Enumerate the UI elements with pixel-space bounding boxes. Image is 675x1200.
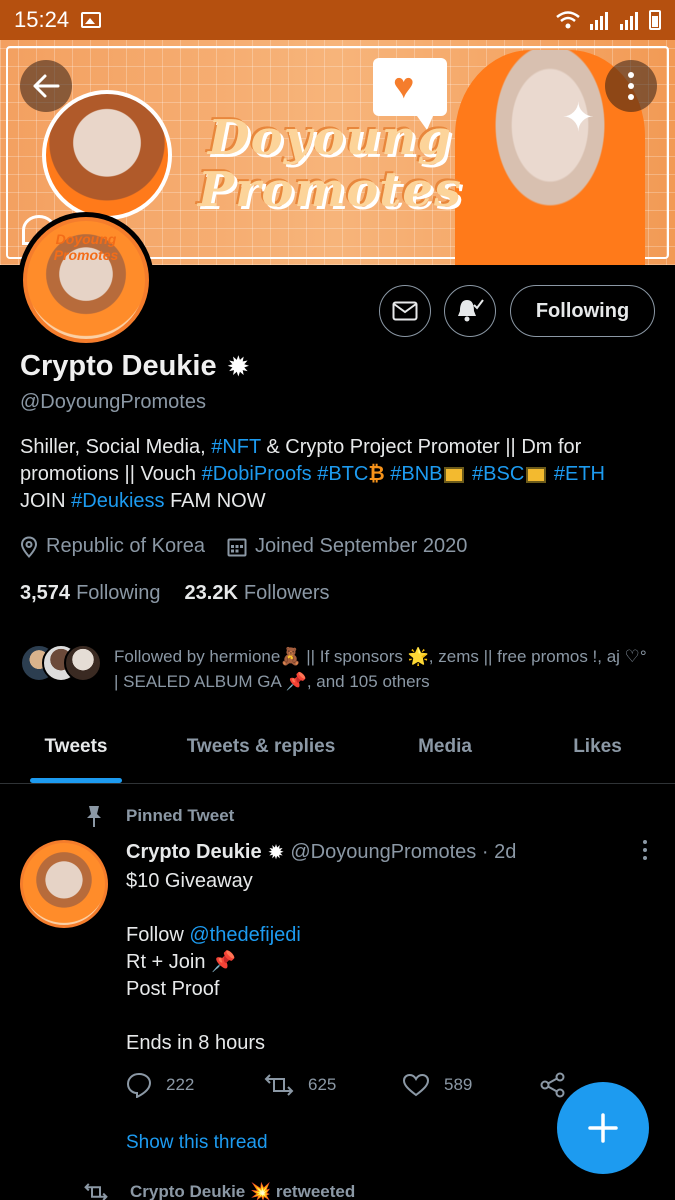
following-count-label: Following — [76, 582, 161, 604]
tweet-line: $10 Giveaway — [126, 870, 253, 892]
tweet-more-button[interactable] — [643, 840, 647, 860]
mention-link[interactable]: @thedefijedi — [189, 924, 300, 946]
banner-portrait-left — [42, 90, 172, 220]
avatar-label: Doyoung Promotes — [53, 231, 119, 263]
following-count-link[interactable]: 3,574 Following — [20, 582, 161, 605]
reply-icon — [126, 1072, 152, 1098]
tweet-text: Follow — [126, 924, 190, 946]
bio-text: JOIN — [20, 490, 72, 512]
hashtag-nft[interactable]: #NFT — [211, 436, 261, 458]
followed-by-avatars — [20, 644, 102, 684]
compose-tweet-button[interactable] — [557, 1082, 649, 1174]
hashtag-eth[interactable]: #ETH — [554, 463, 605, 485]
profile-name: Crypto Deukie — [20, 350, 217, 382]
tweet-line: Ends in 8 hours — [126, 1032, 265, 1054]
avatar-image: Doyoung Promotes — [23, 217, 149, 343]
battery-icon — [649, 10, 661, 30]
tweet-author-avatar[interactable] — [20, 840, 108, 928]
banner-title-line1: Doyoung — [208, 110, 452, 166]
hashtag-dobiproofs[interactable]: #DobiProofs — [202, 463, 312, 485]
burst-emoji-icon: ✹ — [226, 351, 251, 382]
follow-counts: 3,574 Following 23.2K Followers — [20, 582, 330, 605]
tweet-header: Crypto Deukie ✹ @DoyoungPromotes · 2d — [126, 840, 516, 865]
wifi-icon — [556, 11, 580, 29]
tweet-line: Post Proof — [126, 978, 220, 1000]
followed-by-row[interactable]: Followed by hermione🧸 || If sponsors 🌟, … — [20, 644, 654, 694]
profile-tabs: Tweets Tweets & replies Media Likes — [0, 718, 675, 784]
tab-tweets[interactable]: Tweets — [0, 718, 152, 783]
joined-text: Joined September 2020 — [254, 535, 468, 557]
status-icons — [555, 10, 661, 30]
hashtag-bsc[interactable]: #BSC — [472, 463, 524, 485]
bnb-icon — [444, 466, 465, 483]
retweeted-label-row: Crypto Deukie 💥 retweeted — [84, 1182, 355, 1200]
heart-speech-bubble: ♥ — [373, 58, 447, 130]
envelope-icon — [392, 301, 418, 321]
sparkle-icon: ✦ — [561, 96, 595, 140]
bitcoin-icon: ₿ — [368, 463, 385, 485]
tab-media[interactable]: Media — [370, 718, 520, 783]
follower-avatar — [64, 644, 102, 682]
following-count: 3,574 — [20, 582, 71, 604]
like-button[interactable]: 589 — [402, 1072, 540, 1098]
status-bar: 15:24 — [0, 0, 675, 40]
banner-title: Doyoung Promotes — [165, 112, 495, 216]
profile-handle: @DoyoungPromotes — [20, 391, 206, 413]
burst-emoji-icon: ✹ — [267, 842, 285, 864]
tweet-line: Rt + Join 📌 — [126, 951, 236, 973]
followers-count-link[interactable]: 23.2K Followers — [185, 582, 330, 605]
following-button[interactable]: Following — [510, 285, 655, 337]
signal-icon-2 — [620, 12, 638, 30]
profile-name-row: Crypto Deukie ✹ — [20, 350, 250, 383]
bell-check-icon — [458, 299, 484, 322]
followed-by-text: Followed by hermione🧸 || If sponsors 🌟, … — [114, 647, 647, 691]
bio-text: FAM NOW — [164, 490, 266, 512]
signal-icon — [590, 12, 608, 30]
bio-text: Shiller, Social Media, — [20, 436, 212, 458]
location-pin-icon — [20, 535, 38, 558]
heart-icon: ♥ — [393, 65, 415, 106]
tweet-author-name[interactable]: Crypto Deukie — [126, 841, 262, 864]
calendar-icon — [227, 538, 247, 556]
image-notification-icon — [81, 12, 102, 28]
tweet-handle-time: @DoyoungPromotes · 2d — [290, 841, 517, 863]
tab-tweets-replies[interactable]: Tweets & replies — [152, 718, 370, 783]
hashtag-bnb[interactable]: #BNB — [390, 463, 442, 485]
heart-outline-icon — [402, 1073, 430, 1097]
hashtag-deukiess[interactable]: #Deukiess — [71, 490, 164, 512]
pinned-tweet-label: Pinned Tweet — [126, 806, 235, 825]
pinned-tweet-label-row: Pinned Tweet — [84, 804, 234, 828]
profile-bio: Shiller, Social Media, #NFT & Crypto Pro… — [20, 434, 660, 515]
bnb-icon — [526, 466, 547, 483]
retweet-icon — [84, 1183, 108, 1200]
more-vertical-icon — [628, 72, 634, 100]
tweet-body: $10 Giveaway Follow @thedefijedi Rt + Jo… — [126, 868, 646, 1057]
message-button[interactable] — [379, 285, 431, 337]
plus-icon — [588, 1113, 618, 1143]
more-options-button[interactable] — [605, 60, 657, 112]
retweet-button[interactable]: 625 — [264, 1072, 402, 1098]
notifications-button[interactable] — [444, 285, 496, 337]
back-button[interactable] — [20, 60, 72, 112]
like-count: 589 — [444, 1075, 473, 1094]
show-thread-link[interactable]: Show this thread — [126, 1132, 268, 1154]
retweet-count: 625 — [308, 1075, 337, 1094]
profile-meta: Republic of Korea Joined September 2020 — [20, 535, 467, 558]
tweet-line: Follow @thedefijedi — [126, 922, 646, 949]
hashtag-btc[interactable]: #BTC — [317, 463, 368, 485]
retweet-icon — [264, 1074, 294, 1096]
location-text: Republic of Korea — [46, 535, 205, 557]
banner-title-line2: Promotes — [198, 162, 462, 218]
profile-avatar[interactable]: Doyoung Promotes — [18, 212, 154, 348]
followers-count: 23.2K — [184, 582, 238, 604]
followers-count-label: Followers — [243, 582, 330, 604]
reply-button[interactable]: 222 — [126, 1072, 264, 1098]
arrow-left-icon — [33, 74, 60, 98]
pin-icon — [87, 806, 101, 827]
reply-count: 222 — [166, 1075, 195, 1094]
share-icon — [540, 1072, 565, 1098]
status-time: 15:24 — [14, 7, 70, 32]
tab-likes[interactable]: Likes — [520, 718, 675, 783]
retweeted-label: Crypto Deukie 💥 retweeted — [130, 1182, 356, 1200]
